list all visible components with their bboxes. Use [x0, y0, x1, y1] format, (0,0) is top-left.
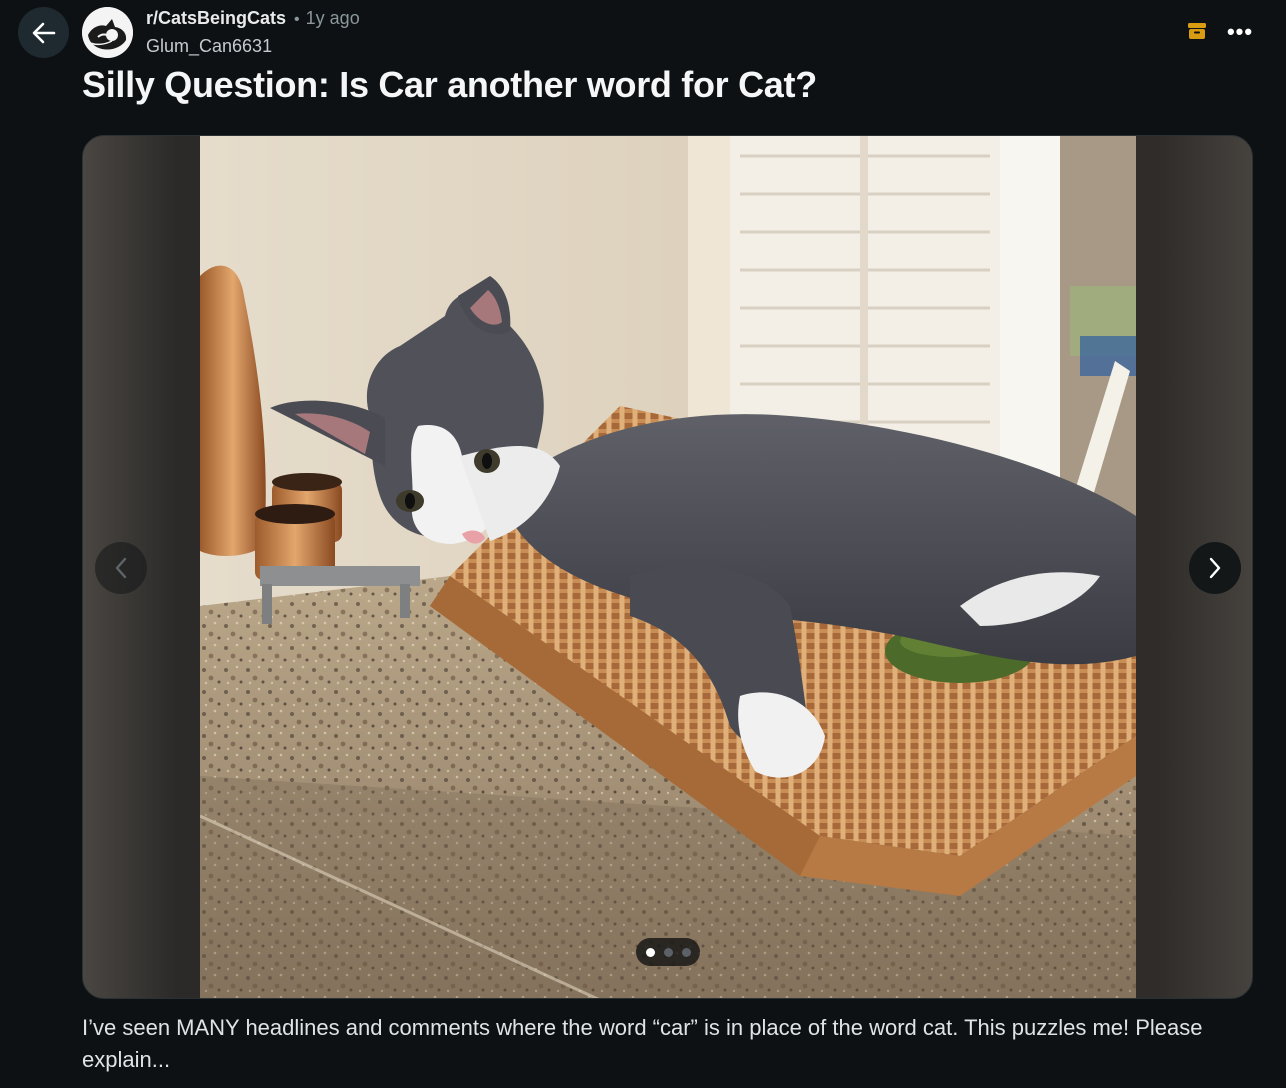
archive-button[interactable] — [1184, 20, 1210, 44]
post-age: 1y ago — [305, 8, 360, 28]
gallery-prev-button[interactable] — [95, 542, 147, 594]
pager-dot[interactable] — [663, 947, 673, 957]
gallery-next-button[interactable] — [1189, 542, 1241, 594]
post-page: r/CatsBeingCats • 1y ago Glum_Can6631 ••… — [0, 0, 1286, 1088]
pager-dot[interactable] — [645, 947, 655, 957]
post-meta: r/CatsBeingCats • 1y ago Glum_Can6631 — [146, 9, 360, 55]
post-title: Silly Question: Is Car another word for … — [82, 64, 817, 105]
arrow-left-icon — [32, 22, 55, 43]
image-gallery[interactable] — [82, 135, 1253, 999]
gallery-photo — [200, 136, 1136, 998]
back-button[interactable] — [18, 7, 69, 58]
more-options-button[interactable]: ••• — [1222, 17, 1258, 47]
subreddit-avatar[interactable] — [82, 7, 133, 58]
post-body: I’ve seen MANY headlines and comments wh… — [82, 1015, 1203, 1072]
pager-dot[interactable] — [681, 947, 691, 957]
chevron-right-icon — [1209, 557, 1221, 579]
meta-separator: • — [294, 11, 300, 28]
author-link[interactable]: Glum_Can6631 — [146, 37, 360, 55]
subreddit-link[interactable]: r/CatsBeingCats — [146, 9, 286, 27]
archive-box-icon — [1188, 22, 1206, 39]
cat-logo-icon — [82, 7, 133, 58]
gallery-pager — [636, 938, 700, 966]
chevron-left-icon — [115, 557, 127, 579]
